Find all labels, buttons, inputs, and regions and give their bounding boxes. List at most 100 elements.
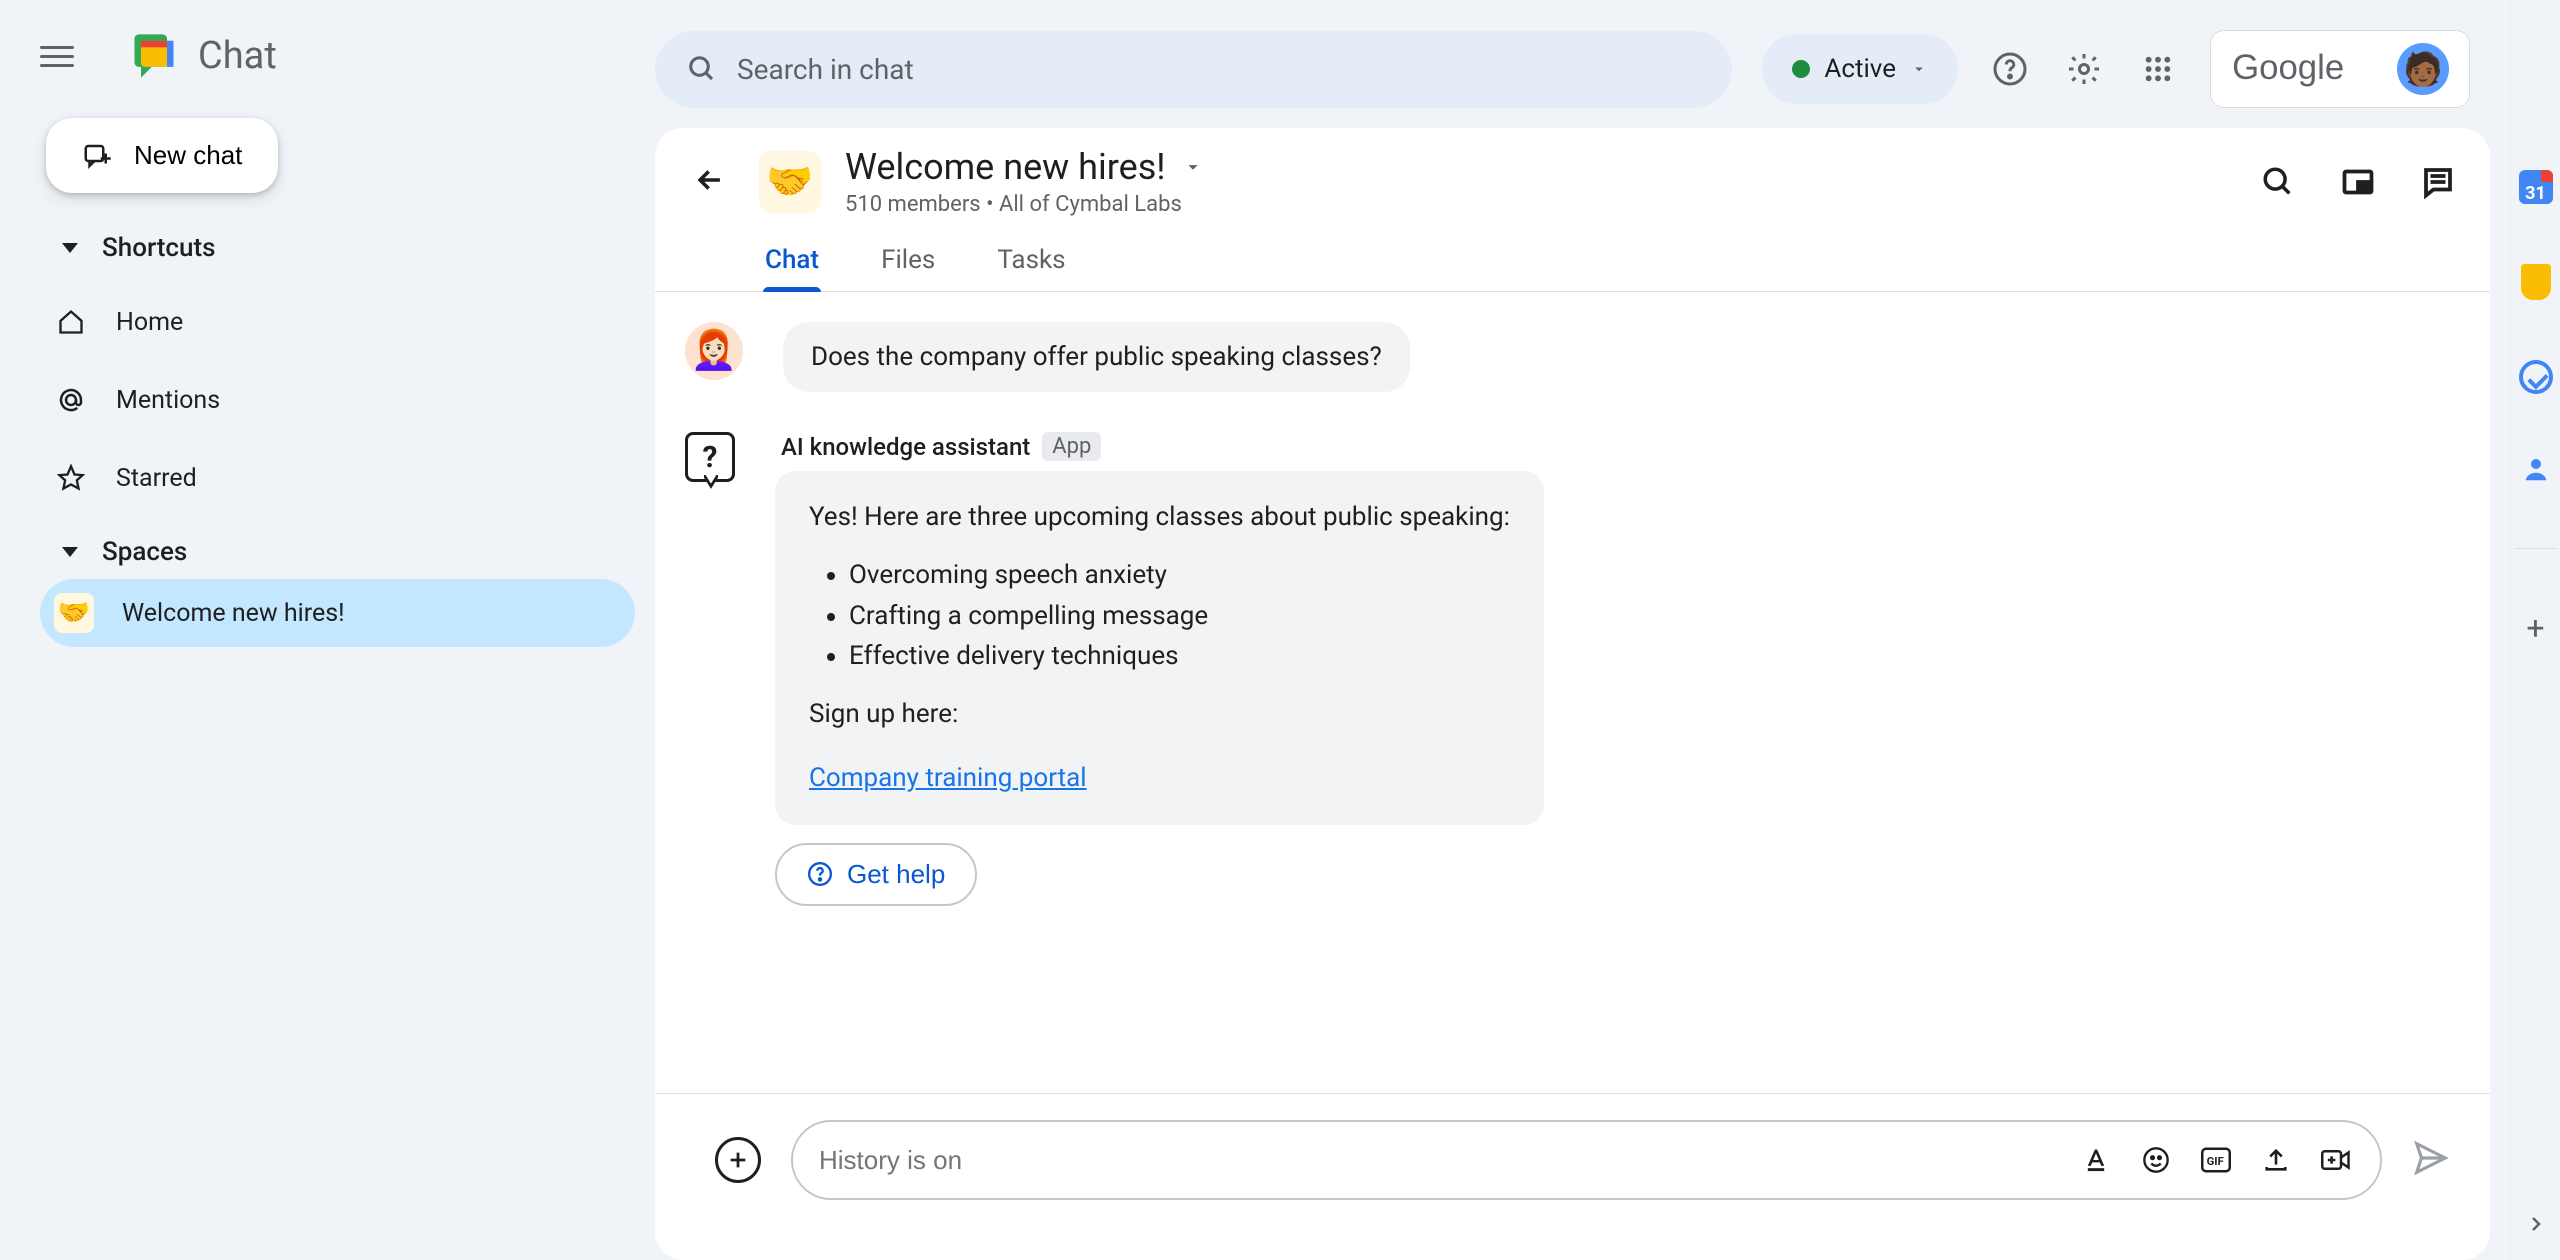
chevron-right-icon: [2524, 1212, 2548, 1236]
ai-message-footer: Sign up here:: [809, 694, 1510, 734]
star-icon: [54, 461, 88, 495]
ai-list-item: Effective delivery techniques: [849, 636, 1510, 676]
chevron-down-icon: [62, 547, 78, 557]
search-placeholder: Search in chat: [737, 53, 914, 86]
chevron-down-icon: [1182, 156, 1204, 178]
search-icon: [2261, 165, 2295, 199]
shortcuts-label: Shortcuts: [102, 233, 216, 263]
room-search-button[interactable]: [2256, 160, 2300, 204]
ai-app-icon: ?: [685, 432, 735, 482]
tab-files[interactable]: Files: [875, 229, 941, 291]
tasks-icon: [2519, 360, 2553, 394]
apps-button[interactable]: [2136, 47, 2180, 91]
video-plus-icon: [2321, 1146, 2351, 1174]
thread-panel-button[interactable]: [2416, 160, 2460, 204]
training-portal-link[interactable]: Company training portal: [809, 763, 1087, 793]
shortcuts-header[interactable]: Shortcuts: [54, 221, 635, 275]
gif-button[interactable]: GIF: [2198, 1142, 2234, 1178]
get-help-label: Get help: [847, 859, 945, 890]
plus-icon: [727, 1149, 749, 1171]
search-input[interactable]: Search in chat: [655, 31, 1732, 108]
status-label: Active: [1824, 54, 1896, 84]
add-attachment-button[interactable]: [715, 1137, 761, 1183]
app-name: Chat: [198, 34, 277, 78]
main-menu-button[interactable]: [40, 32, 88, 80]
apps-grid-icon: [2142, 53, 2174, 85]
ai-list-item: Crafting a compelling message: [849, 596, 1510, 636]
rail-divider: [2516, 548, 2556, 549]
home-icon: [54, 305, 88, 339]
svg-text:Google: Google: [2232, 49, 2344, 87]
tab-tasks[interactable]: Tasks: [991, 229, 1071, 291]
back-button[interactable]: [685, 155, 735, 209]
ai-message-intro: Yes! Here are three upcoming classes abo…: [809, 497, 1510, 537]
pip-icon: [2340, 164, 2376, 200]
sidebar-item-home[interactable]: Home: [40, 291, 635, 353]
plus-icon: +: [2526, 609, 2544, 647]
add-app-button[interactable]: +: [2526, 609, 2544, 647]
sidebar-item-label: Home: [116, 308, 183, 337]
sidebar-item-welcome-new-hires[interactable]: 🤝 Welcome new hires!: [40, 579, 635, 647]
upload-icon: [2262, 1146, 2290, 1174]
upload-button[interactable]: [2258, 1142, 2294, 1178]
chat-lines-icon: [2420, 164, 2456, 200]
sidebar-item-label: Starred: [116, 464, 197, 493]
keep-sidebar-button[interactable]: [2521, 264, 2551, 300]
ai-sender-name: AI knowledge assistant: [781, 433, 1030, 461]
status-selector[interactable]: Active: [1762, 34, 1958, 104]
help-icon: [1992, 51, 2028, 87]
chat-logo-icon: [128, 30, 180, 82]
sidebar-item-starred[interactable]: Starred: [40, 447, 635, 509]
settings-button[interactable]: [2062, 47, 2106, 91]
room-subtitle: 510 members • All of Cymbal Labs: [845, 192, 1204, 217]
ai-list-item: Overcoming speech anxiety: [849, 555, 1510, 595]
new-chat-button[interactable]: New chat: [46, 118, 278, 193]
gear-icon: [2066, 51, 2102, 87]
room-title: Welcome new hires!: [845, 146, 1166, 188]
spaces-header[interactable]: Spaces: [54, 525, 635, 579]
room-avatar-icon: 🤝: [759, 151, 821, 213]
get-help-button[interactable]: Get help: [775, 843, 977, 906]
chevron-down-icon: [62, 243, 78, 253]
svg-text:GIF: GIF: [2207, 1155, 2224, 1168]
google-logo-icon: Google: [2231, 44, 2381, 94]
help-button[interactable]: [1988, 47, 2032, 91]
gif-icon: GIF: [2201, 1146, 2231, 1174]
collapse-rail-button[interactable]: [2524, 1212, 2548, 1240]
contacts-sidebar-button[interactable]: [2521, 454, 2551, 488]
user-avatar-icon: 👩🏻‍🦰: [685, 322, 743, 380]
presentation-button[interactable]: [2336, 160, 2380, 204]
user-message-text: Does the company offer public speaking c…: [811, 342, 1382, 372]
spaces-label: Spaces: [102, 537, 187, 567]
format-a-icon: [2082, 1146, 2110, 1174]
app-logo[interactable]: Chat: [128, 30, 277, 82]
emoji-icon: [2142, 1146, 2170, 1174]
user-avatar: 🧑🏾: [2397, 43, 2449, 95]
tasks-sidebar-button[interactable]: [2519, 360, 2553, 394]
format-text-button[interactable]: [2078, 1142, 2114, 1178]
sidebar-item-label: Mentions: [116, 386, 220, 415]
person-icon: [2521, 454, 2551, 484]
user-message-bubble: Does the company offer public speaking c…: [783, 322, 1410, 392]
room-title-button[interactable]: Welcome new hires!: [845, 146, 1204, 188]
send-icon: [2412, 1139, 2450, 1177]
at-icon: [54, 383, 88, 417]
google-account-button[interactable]: Google 🧑🏾: [2210, 30, 2470, 108]
sidebar-item-mentions[interactable]: Mentions: [40, 369, 635, 431]
sidebar-item-label: Welcome new hires!: [122, 599, 345, 628]
message-input[interactable]: [819, 1145, 2058, 1176]
chevron-down-icon: [1910, 60, 1928, 78]
search-icon: [687, 54, 717, 84]
video-meet-button[interactable]: [2318, 1142, 2354, 1178]
space-avatar-icon: 🤝: [54, 593, 94, 633]
calendar-sidebar-button[interactable]: 31: [2519, 170, 2553, 204]
calendar-icon: 31: [2519, 170, 2553, 204]
new-chat-icon: [82, 141, 112, 171]
arrow-left-icon: [693, 163, 727, 197]
new-chat-label: New chat: [134, 140, 242, 171]
send-button[interactable]: [2412, 1139, 2450, 1181]
emoji-button[interactable]: [2138, 1142, 2174, 1178]
tab-chat[interactable]: Chat: [759, 229, 825, 291]
help-icon: [807, 861, 833, 887]
status-dot-icon: [1792, 60, 1810, 78]
